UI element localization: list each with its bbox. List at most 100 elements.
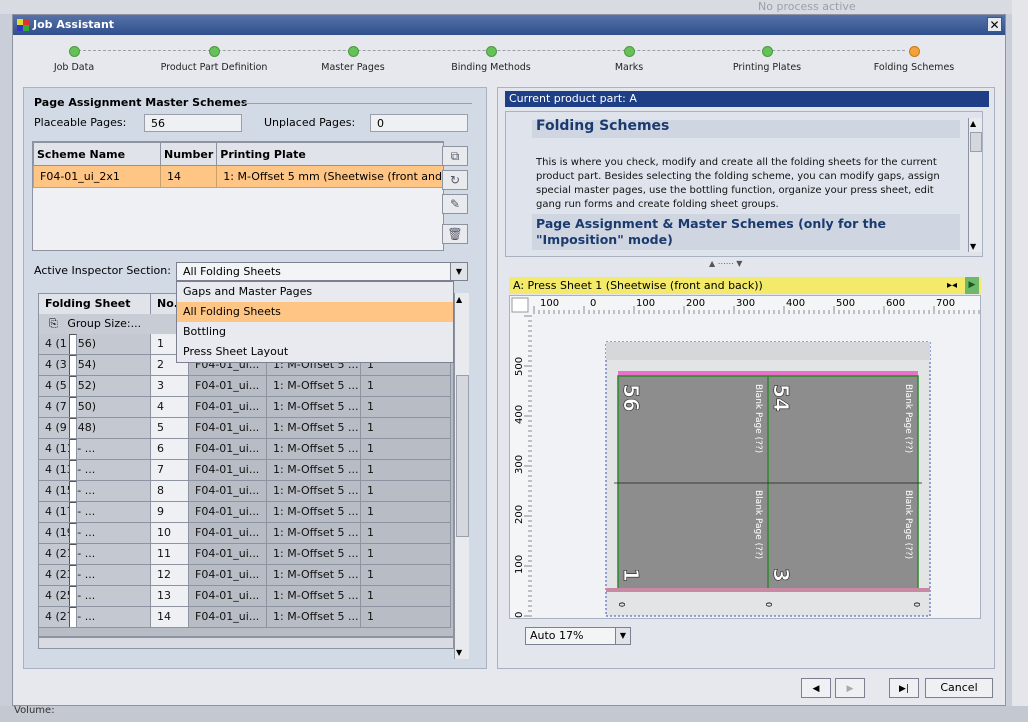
copy-scheme-button[interactable]: ⧉ — [442, 146, 468, 166]
delete-scheme-button[interactable]: 🗑 — [442, 224, 468, 244]
press-sheet-canvas[interactable]: 100 0 100 200 300 400 500 600 700 500 40… — [509, 295, 981, 619]
scroll-thumb[interactable] — [970, 132, 982, 152]
bottom-mark: 0 — [617, 602, 626, 607]
folding-sheet-cell: 4 (23 - ... — [39, 565, 151, 586]
current-product-part: Current product part: A — [505, 91, 989, 107]
table-row[interactable]: 4 (27 - ... 14 F04-01_ui... 1: M-Offset 5 .… — [39, 607, 453, 628]
close-button[interactable]: ✕ — [987, 17, 1002, 32]
scheme-cell: F04-01_ui... — [189, 481, 267, 502]
inspector-select[interactable]: All Folding Sheets ▼ — [176, 262, 468, 281]
scheme-cell: F04-01_ui... — [189, 523, 267, 544]
step-dot-icon — [208, 46, 220, 57]
refresh-scheme-button[interactable]: ↻ — [442, 170, 468, 190]
table-row[interactable]: 4 (23 - ... 12 F04-01_ui... 1: M-Offset 5 .… — [39, 565, 453, 586]
last-icon: ▶| — [899, 684, 909, 694]
table-row[interactable]: 4 (25 - ... 13 F04-01_ui... 1: M-Offset 5 .… — [39, 586, 453, 607]
next-button[interactable]: ▶ — [835, 678, 865, 698]
bottom-mark: 0 — [912, 602, 921, 607]
zoom-select[interactable]: Auto 17% ▼ — [525, 627, 631, 645]
press-sheet-svg: 100 0 100 200 300 400 500 600 700 500 40… — [510, 296, 980, 618]
scroll-down-icon[interactable]: ▼ — [456, 648, 462, 657]
split-view-icon[interactable]: ▸◂ — [947, 277, 957, 294]
folding-sheet-cell: 4 (25 - ... — [39, 586, 151, 607]
table-row[interactable]: 4 (21 - ... 11 F04-01_ui... 1: M-Offset 5 .… — [39, 544, 453, 565]
row-checkbox[interactable] — [69, 481, 77, 501]
cancel-button[interactable]: Cancel — [925, 678, 993, 698]
step-dot-icon — [623, 46, 635, 57]
table-row[interactable]: 4 (19 - ... 10 F04-01_ui... 1: M-Offset 5 .… — [39, 523, 453, 544]
row-checkbox[interactable] — [69, 502, 77, 522]
option-press-sheet-layout[interactable]: Press Sheet Layout — [177, 342, 453, 362]
page-number: 54 — [769, 384, 793, 412]
scheme-name-header[interactable]: Scheme Name — [33, 142, 161, 166]
wizard-steps: Job Data Product Part Definition Master … — [13, 37, 1005, 81]
scroll-up-icon[interactable]: ▲ — [970, 119, 976, 128]
scroll-down-icon[interactable]: ▼ — [970, 242, 976, 251]
table-row[interactable]: 4 (15 - ... 8 F04-01_ui... 1: M-Offset 5 ..… — [39, 481, 453, 502]
group-size-label: Group Size:... — [67, 317, 142, 330]
count-cell: 1 — [361, 523, 451, 544]
count-cell: 1 — [361, 502, 451, 523]
step-dot-icon — [485, 46, 497, 57]
option-all-folding-sheets[interactable]: All Folding Sheets — [177, 302, 453, 322]
refresh-icon: ↻ — [449, 173, 461, 187]
horizontal-scrollbar[interactable] — [38, 637, 454, 649]
step-product-part-definition[interactable]: Product Part Definition — [144, 43, 284, 73]
table-row[interactable]: 4 (9 - 48)5F04-01_ui...1: M-Offset 5 ...… — [39, 418, 453, 439]
step-folding-schemes[interactable]: Folding Schemes — [844, 43, 984, 73]
help-scrollbar[interactable]: ▲ ▼ — [968, 118, 982, 252]
step-printing-plates[interactable]: Printing Plates — [697, 43, 837, 73]
title-bar[interactable]: Job Assistant ✕ — [13, 15, 1005, 35]
row-checkbox[interactable] — [69, 607, 77, 627]
page-note: Blank Page (??) — [753, 490, 763, 559]
folding-table-scrollbar[interactable]: ▲ ▼ — [454, 293, 469, 659]
row-checkbox[interactable] — [69, 523, 77, 543]
option-gaps-master-pages[interactable]: Gaps and Master Pages — [177, 282, 453, 302]
step-binding-methods[interactable]: Binding Methods — [421, 43, 561, 73]
scroll-up-icon[interactable]: ▲ — [456, 295, 462, 304]
number-header[interactable]: Number — [159, 142, 218, 166]
table-row[interactable]: 4 (13 - ... 7 F04-01_ui... 1: M-Offset 5 ..… — [39, 460, 453, 481]
row-checkbox[interactable] — [69, 544, 77, 564]
previous-button[interactable]: ◀ — [801, 678, 831, 698]
option-bottling[interactable]: Bottling — [177, 322, 453, 342]
folding-sheet-cell: 4 (21 - ... — [39, 544, 151, 565]
no-cell: 5 — [151, 418, 189, 439]
step-master-pages[interactable]: Master Pages — [283, 43, 423, 73]
row-checkbox[interactable] — [69, 397, 77, 417]
scroll-thumb[interactable] — [456, 375, 469, 537]
page-number: 3 — [769, 568, 793, 582]
no-cell: 13 — [151, 586, 189, 607]
row-checkbox[interactable] — [69, 439, 77, 459]
last-button[interactable]: ▶| — [889, 678, 919, 698]
job-assistant-window: Job Assistant ✕ Job Data Product Part De… — [12, 14, 1006, 706]
row-checkbox[interactable] — [69, 334, 77, 354]
plate-cell: 1: M-Offset 5 ... — [267, 397, 361, 418]
table-row[interactable]: 4 (5 - 52)3F04-01_ui...1: M-Offset 5 ...… — [39, 376, 453, 397]
row-checkbox[interactable] — [69, 418, 77, 438]
table-row[interactable]: 4 (11 - ... 6 F04-01_ui... 1: M-Offset 5 ..… — [39, 439, 453, 460]
splitter-handle[interactable]: ▲ ⋯⋯ ▼ — [709, 259, 742, 268]
row-checkbox[interactable] — [69, 355, 77, 375]
step-marks[interactable]: Marks — [559, 43, 699, 73]
folding-sheet-header[interactable]: Folding Sheet (... — [39, 294, 151, 330]
row-checkbox[interactable] — [69, 460, 77, 480]
table-row[interactable]: 4 (7 - 50)4F04-01_ui...1: M-Offset 5 ...… — [39, 397, 453, 418]
row-checkbox[interactable] — [69, 586, 77, 606]
play-icon[interactable]: ▶ — [965, 277, 979, 294]
step-job-data[interactable]: Job Data — [4, 43, 144, 73]
step-dot-icon — [908, 46, 920, 57]
scheme-cell: F04-01_ui... — [189, 607, 267, 628]
row-checkbox[interactable] — [69, 376, 77, 396]
chevron-down-icon[interactable]: ▼ — [615, 628, 630, 644]
table-row[interactable]: 4 (17 - ... 9 F04-01_ui... 1: M-Offset 5 ..… — [39, 502, 453, 523]
table-row[interactable]: F04-01_ui_2x1 14 1: M-Offset 5 mm (Sheet… — [33, 165, 443, 188]
no-cell: 4 — [151, 397, 189, 418]
printing-plate-header[interactable]: Printing Plate — [216, 142, 443, 166]
background-bottom — [0, 706, 1028, 722]
scheme-cell: F04-01_ui... — [189, 397, 267, 418]
chevron-down-icon[interactable]: ▼ — [450, 263, 467, 280]
edit-scheme-button[interactable]: ✎ — [442, 194, 468, 214]
no-cell: 8 — [151, 481, 189, 502]
row-checkbox[interactable] — [69, 565, 77, 585]
